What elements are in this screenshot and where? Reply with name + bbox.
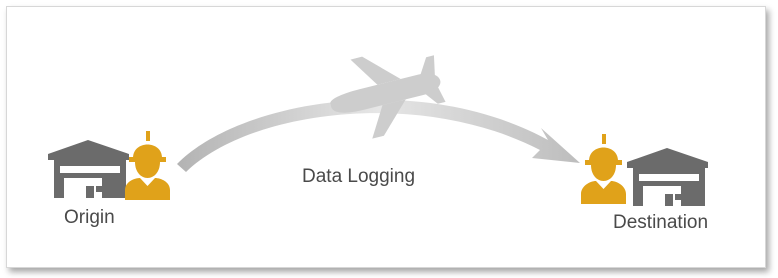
data-logging-label: Data Logging [302, 166, 416, 187]
airplane-icon [330, 55, 446, 139]
origin-warehouse-icon [48, 140, 129, 198]
destination-worker-icon [581, 134, 626, 204]
origin-worker-icon [125, 131, 170, 200]
destination-label: Destination [613, 212, 709, 233]
origin-label: Origin [64, 207, 115, 228]
destination-warehouse-icon [627, 148, 708, 206]
diagram-canvas [48, 55, 708, 206]
